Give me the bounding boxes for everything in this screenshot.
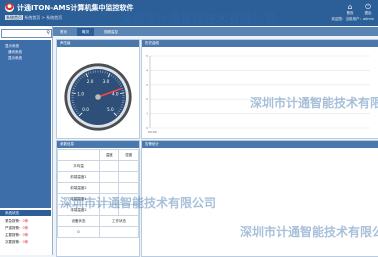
sidebar: ⚲ 显示系统 通讯系统 显示系统 系统状态 紧急报警：0条 严重报警：0条 主要… xyxy=(0,26,53,255)
search-icon[interactable]: ⚲ xyxy=(46,30,50,37)
gauge-panel: 声压级 0.01.02.03.04.05.0 xyxy=(56,39,140,139)
exit-button[interactable]: ⏻ 退出 xyxy=(362,3,374,15)
tab-home[interactable]: 首页 xyxy=(55,28,72,36)
tree-item-display-2[interactable]: 显示系统 xyxy=(8,56,22,61)
chart-x-label: 00:00 xyxy=(148,130,157,134)
chart-y-tick: 4 xyxy=(146,68,148,72)
table-row: 前端温度1 xyxy=(58,172,139,183)
status-row-primary: 主要报警：0条 xyxy=(5,233,28,238)
app-title: 计通ITON-AMS计算机集中监控软件 xyxy=(17,3,134,13)
app-header: 计通ITON-AMS计算机集中监控软件 系统首页 系统首页 > 系统首页 ⌂ 首… xyxy=(0,0,378,26)
device-tree: 显示系统 通讯系统 显示系统 xyxy=(0,40,51,208)
chart-y-tick: 3 xyxy=(146,83,148,87)
status-panel: 系统状态 紧急报警：0条 严重报警：0条 主要报警：0条 次要报警：0条 xyxy=(0,210,51,255)
tree-item-display[interactable]: 显示系统 xyxy=(5,44,19,49)
search-input[interactable]: ⚲ xyxy=(1,29,52,38)
table-row: 末端温度1 xyxy=(58,194,139,205)
gauge-tick-label: 1.0 xyxy=(77,92,84,97)
gauge-tick-label: 3.0 xyxy=(103,79,110,84)
chart-y-tick: 1 xyxy=(146,112,148,116)
table-row: 末端温度2 xyxy=(58,205,139,216)
breadcrumb: 系统首页 系统首页 > 系统首页 xyxy=(5,15,62,21)
status-title: 系统状态 xyxy=(5,211,19,216)
chart-y-tick: 2 xyxy=(146,97,148,101)
params-footer-row: 设备状态工作状态 xyxy=(58,216,139,227)
exit-icon: ⏻ xyxy=(362,3,374,11)
gauge-panel-title: 声压级 xyxy=(57,40,139,47)
params-col-temp: 温度 xyxy=(100,150,119,161)
pressure-gauge: 0.01.02.03.04.05.0 xyxy=(63,62,133,132)
chart-y-tick: 5 xyxy=(146,54,148,58)
alarm-stats-panel: 告警统计 xyxy=(141,140,378,257)
history-chart-panel: 历史曲线 543210 00:00 xyxy=(141,39,378,139)
tab-video[interactable]: 视频监控 xyxy=(99,28,123,36)
params-footer-value-row: 0 xyxy=(58,227,139,238)
params-table: 温度湿度 平均温 前端温度1 前端温度2 末端温度1 末端温度2 设备状态工作状… xyxy=(57,149,139,238)
tab-bar: 首页 概况 视频监控 xyxy=(53,27,378,36)
exit-button-label: 退出 xyxy=(362,11,374,15)
gauge-tick-label: 5.0 xyxy=(107,107,114,112)
status-row-critical: 紧急报警：0条 xyxy=(5,219,28,224)
home-icon: ⌂ xyxy=(344,3,356,11)
status-row-minor: 次要报警：0条 xyxy=(5,240,28,245)
tree-item-comm[interactable]: 通讯系统 xyxy=(8,50,22,55)
params-panel-title: 参数信息 xyxy=(57,141,139,148)
table-row: 前端温度2 xyxy=(58,183,139,194)
breadcrumb-current[interactable]: 系统首页 xyxy=(5,15,23,20)
params-col-humidity: 湿度 xyxy=(119,150,139,161)
table-row: 平均温 xyxy=(58,161,139,172)
home-button-label: 首页 xyxy=(344,11,356,15)
gauge-tick-label: 2.0 xyxy=(87,79,94,84)
breadcrumb-path: 系统首页 > 系统首页 xyxy=(23,15,62,20)
user-info: 欢迎您：当前用户：admin xyxy=(332,17,374,22)
params-header-row: 温度湿度 xyxy=(58,150,139,161)
status-row-major: 严重报警：0条 xyxy=(5,226,28,231)
history-chart: 543210 00:00 xyxy=(142,48,376,136)
app-logo-icon xyxy=(5,3,14,12)
params-panel: 参数信息 温度湿度 平均温 前端温度1 前端温度2 末端温度1 末端温度2 设备… xyxy=(56,140,140,257)
status-header: 系统状态 xyxy=(0,210,51,216)
history-chart-title: 历史曲线 xyxy=(142,40,378,47)
home-button[interactable]: ⌂ 首页 xyxy=(344,3,356,15)
gauge-tick-label: 0.0 xyxy=(82,107,89,112)
alarm-stats-title: 告警统计 xyxy=(142,141,378,148)
tab-overview[interactable]: 概况 xyxy=(77,28,94,36)
